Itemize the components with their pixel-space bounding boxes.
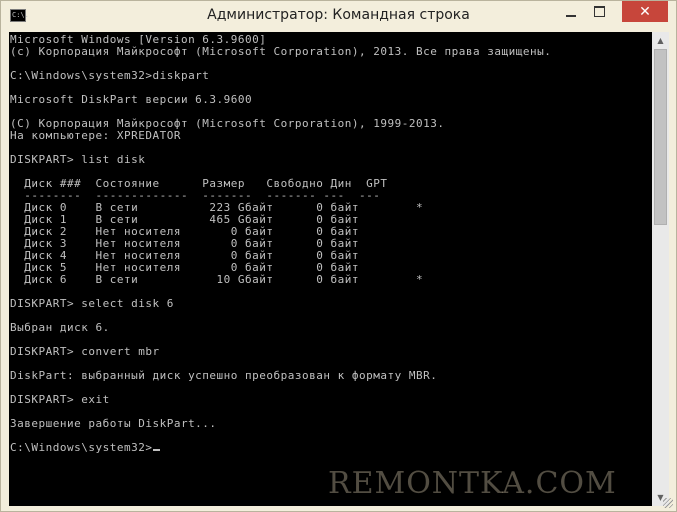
vertical-scrollbar[interactable]: ▲ ▼ xyxy=(652,32,669,506)
minimize-icon xyxy=(566,14,576,17)
console-line: (c) Корпорация Майкрософт (Microsoft Cor… xyxy=(10,45,552,58)
console-line: На компьютере: XPREDATOR xyxy=(10,129,181,142)
console-line: C:\Windows\system32> xyxy=(10,442,652,454)
console-line: DISKPART> convert mbr xyxy=(10,345,160,358)
title-bar[interactable]: C:\. Администратор: Командная строка ✕ xyxy=(1,1,676,31)
command-prompt-window: C:\. Администратор: Командная строка ✕ M… xyxy=(0,0,677,512)
cmd-icon[interactable]: C:\. xyxy=(10,9,29,22)
arrow-up-icon: ▲ xyxy=(657,36,664,45)
console-line: DISKPART> select disk 6 xyxy=(10,297,174,310)
console-line: Диск 6 В сети 10 Gбайт 0 байт * xyxy=(10,273,424,286)
close-icon: ✕ xyxy=(639,3,651,20)
console-line: DiskPart: выбранный диск успешно преобра… xyxy=(10,369,438,382)
resize-grip-icon[interactable] xyxy=(663,498,673,508)
minimize-button[interactable] xyxy=(556,1,586,22)
console-line: Завершение работы DiskPart... xyxy=(10,417,217,430)
console-output[interactable]: Microsoft Windows [Version 6.3.9600] (c) … xyxy=(9,32,652,506)
window-title: Администратор: Командная строка xyxy=(207,7,470,23)
console-line: DISKPART> exit xyxy=(10,393,110,406)
text-cursor xyxy=(153,449,161,451)
console-line: C:\Windows\system32>diskpart xyxy=(10,69,210,82)
console-line: Microsoft DiskPart версии 6.3.9600 xyxy=(10,93,253,106)
console-line: DISKPART> list disk xyxy=(10,153,146,166)
scroll-up-button[interactable]: ▲ xyxy=(652,32,669,49)
maximize-button[interactable] xyxy=(586,1,612,22)
console-lines: Microsoft Windows [Version 6.3.9600] (c) … xyxy=(9,32,652,454)
scrollbar-thumb[interactable] xyxy=(654,49,667,225)
console-line: Выбран диск 6. xyxy=(10,321,110,334)
maximize-icon xyxy=(593,6,605,17)
close-button[interactable]: ✕ xyxy=(622,1,668,22)
